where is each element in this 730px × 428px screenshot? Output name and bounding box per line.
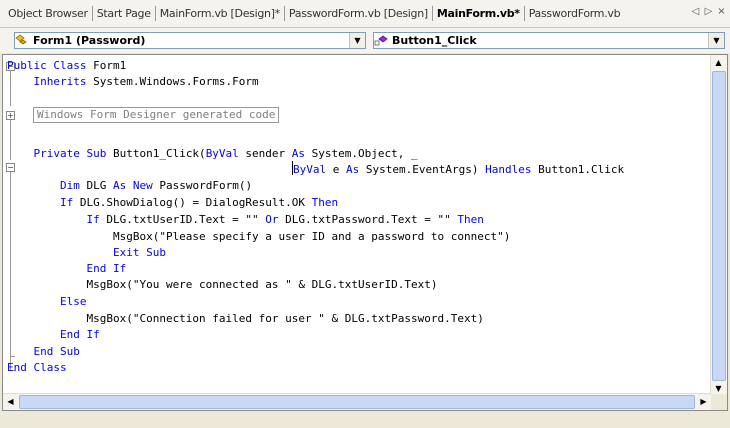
method-dropdown-value: Button1_Click — [392, 34, 477, 47]
collapsed-region[interactable]: Windows Form Designer generated code — [33, 107, 280, 123]
scroll-right-icon[interactable]: ▶ — [696, 394, 711, 409]
keyword: Or — [265, 213, 279, 226]
keyword: Private Sub — [7, 147, 107, 160]
code-line: ByVal e As System.EventArgs) Handles But… — [293, 162, 624, 178]
navigation-bar: Form1 (Password) ▼ Button1_Click ▼ — [0, 28, 730, 53]
scroll-tabs-right-icon[interactable]: ▷ — [704, 6, 713, 17]
expand-region-icon[interactable]: + — [6, 111, 15, 120]
tab-object-browser[interactable]: Object Browser — [4, 6, 93, 21]
keyword: ByVal — [293, 163, 327, 176]
code-token: e — [326, 163, 346, 176]
keyword: Then — [457, 213, 484, 226]
code-token: Form1 — [86, 59, 127, 72]
code-line: End If — [7, 262, 127, 275]
chevron-down-icon[interactable]: ▼ — [708, 33, 724, 48]
class-icon — [15, 34, 29, 47]
code-line: MsgBox("You were connected as " & DLG.tx… — [7, 278, 438, 291]
tab-passwordform-design[interactable]: PasswordForm.vb [Design] — [285, 6, 433, 21]
code-line: Exit Sub — [7, 246, 166, 259]
code-token: DLG.ShowDialog() = DialogResult.OK — [73, 196, 312, 209]
keyword: As — [346, 163, 360, 176]
keyword: As — [291, 147, 306, 160]
chevron-down-icon[interactable]: ▼ — [349, 33, 365, 48]
tab-list: Object Browser Start Page MainForm.vb [D… — [4, 0, 624, 27]
code-line: MsgBox("Please specify a user ID and a p… — [7, 230, 511, 243]
class-name-dropdown[interactable]: Form1 (Password) ▼ — [14, 32, 366, 49]
keyword: Then — [311, 196, 339, 209]
code-line: End Sub — [7, 345, 80, 358]
scroll-up-icon[interactable]: ▲ — [711, 55, 726, 70]
tab-passwordform-code[interactable]: PasswordForm.vb — [525, 6, 625, 21]
code-line: Public Class Form1 — [7, 58, 126, 74]
code-token: Button1_Click( — [106, 147, 206, 160]
tab-controls: ◁ ▷ × — [691, 6, 726, 17]
scrollbar-corner — [711, 394, 727, 410]
code-line: Inherits System.Windows.Forms.Form — [7, 74, 259, 90]
keyword: Handles — [485, 163, 532, 176]
code-token: Button1.Click — [531, 163, 625, 176]
code-token: DLG.txtUserID.Text = "" — [99, 213, 266, 226]
keyword: Inherits — [7, 75, 87, 88]
tab-mainform-code[interactable]: MainForm.vb* — [433, 6, 525, 21]
code-editor[interactable]: − + − Public Class Form1 Inherits System… — [2, 54, 728, 411]
code-token: PasswordForm() — [152, 179, 253, 192]
close-tab-icon[interactable]: × — [717, 6, 726, 17]
keyword: Dim — [7, 179, 80, 192]
scroll-left-icon[interactable]: ◀ — [3, 394, 18, 409]
code-line: Else — [7, 295, 87, 308]
horizontal-scroll-thumb[interactable] — [19, 395, 695, 409]
method-name-dropdown[interactable]: Button1_Click ▼ — [373, 32, 725, 49]
keyword: Public Class — [7, 59, 87, 72]
tab-start-page[interactable]: Start Page — [93, 6, 156, 21]
collapse-sub-icon[interactable]: − — [6, 163, 15, 172]
code-line: If DLG.ShowDialog() = DialogResult.OK Th… — [7, 195, 338, 211]
code-token: System.EventArgs) — [359, 163, 486, 176]
method-icon — [374, 34, 388, 47]
text-caret — [292, 161, 293, 175]
scroll-tabs-left-icon[interactable]: ◁ — [691, 6, 700, 17]
tab-mainform-design[interactable]: MainForm.vb [Design]* — [156, 6, 285, 21]
code-line: Private Sub Button1_Click(ByVal sender A… — [7, 146, 418, 162]
keyword: If — [7, 213, 100, 226]
code-line: End If — [7, 328, 100, 341]
keyword: ByVal — [205, 147, 239, 160]
code-token: sender — [238, 147, 292, 160]
keyword: If — [7, 196, 74, 209]
code-line: MsgBox("Connection failed for user " & D… — [7, 312, 484, 325]
horizontal-scrollbar[interactable]: ◀ ▶ — [3, 393, 711, 410]
keyword: As New — [112, 179, 153, 192]
class-dropdown-value: Form1 (Password) — [33, 34, 146, 47]
code-token: DLG — [79, 179, 113, 192]
code-line: Dim DLG As New PasswordForm() — [7, 178, 252, 194]
code-token: DLG.txtPassword.Text = "" — [278, 213, 458, 226]
code-token: System.Object, _ — [305, 147, 418, 160]
vertical-scroll-thumb[interactable] — [712, 71, 726, 381]
vertical-scrollbar[interactable]: ▲ ▼ — [710, 55, 727, 396]
code-line: If DLG.txtUserID.Text = "" Or DLG.txtPas… — [7, 212, 484, 228]
document-tab-strip: Object Browser Start Page MainForm.vb [D… — [0, 0, 730, 28]
code-token: System.Windows.Forms.Form — [86, 75, 259, 88]
code-line: End Class — [7, 361, 67, 374]
